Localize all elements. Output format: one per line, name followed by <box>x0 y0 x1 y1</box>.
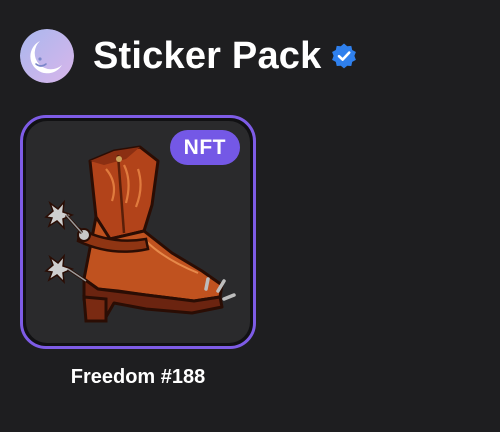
pack-avatar[interactable] <box>20 29 74 83</box>
nft-badge: NFT <box>169 130 240 165</box>
sticker-pack-page: Sticker Pack NFT Freedom #188 <box>0 0 500 432</box>
pack-title: Sticker Pack <box>93 35 322 77</box>
pack-header: Sticker Pack <box>20 28 358 84</box>
sticker-card[interactable]: NFT <box>20 115 256 349</box>
moon-face-icon <box>20 29 74 83</box>
sticker-card-inner: NFT <box>26 121 250 343</box>
sticker-caption: Freedom #188 <box>70 366 206 388</box>
verified-badge-icon <box>330 42 358 70</box>
